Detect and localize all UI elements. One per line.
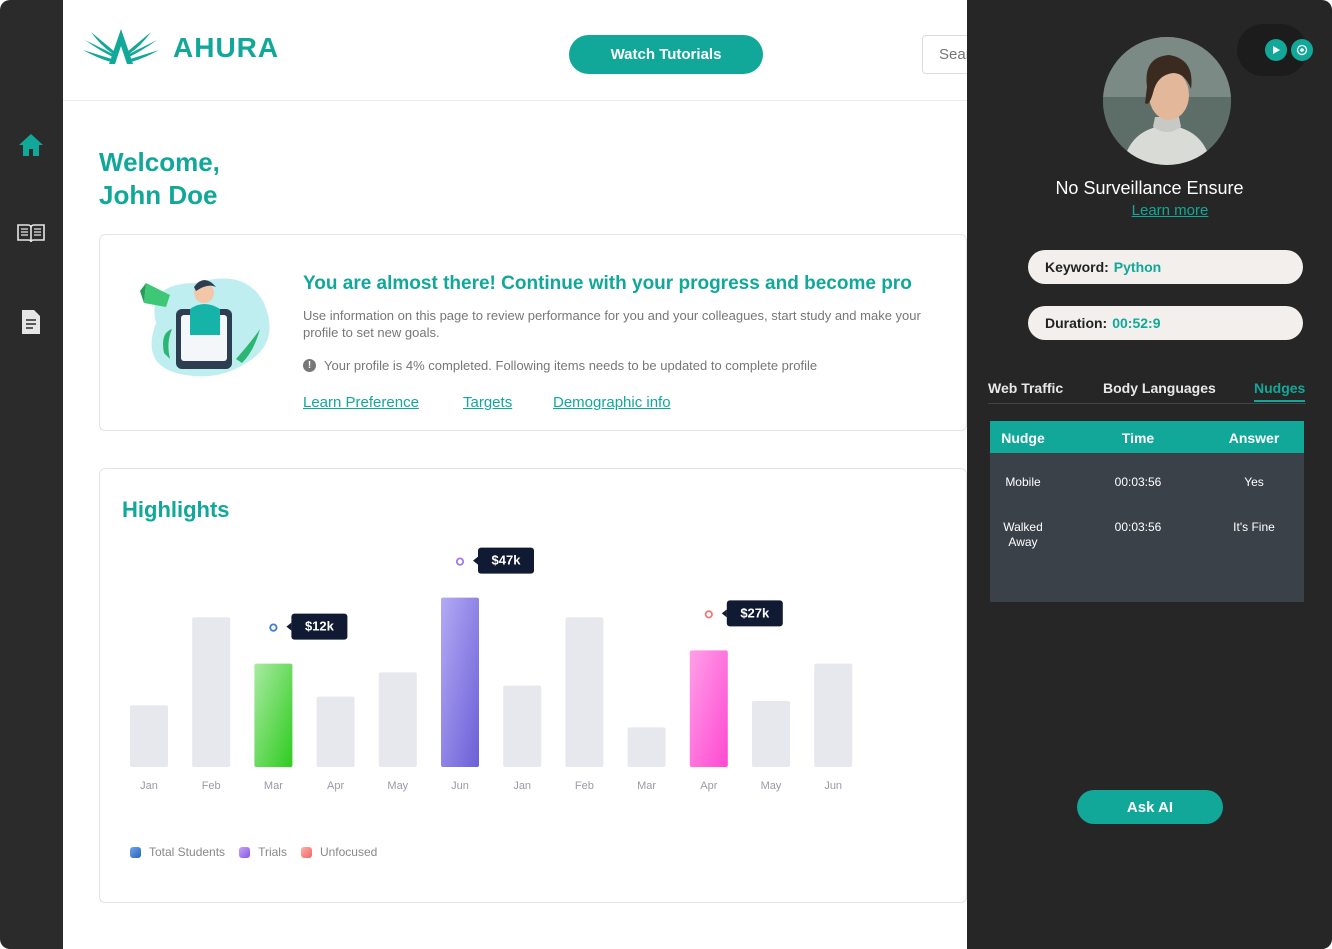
chart-bar — [503, 685, 542, 767]
legend-trials[interactable]: Trials — [239, 845, 287, 859]
surveillance-panel: No Surveillance Ensure Learn more Keywor… — [967, 0, 1332, 949]
header-nudge: Nudge — [1001, 430, 1045, 446]
header-answer: Answer — [1228, 430, 1280, 446]
panel-tabs: Web Traffic Body Languages Nudges — [988, 380, 1306, 404]
chart-bar — [130, 705, 168, 767]
chart-bar — [814, 663, 853, 767]
left-sidebar — [0, 0, 63, 949]
progress-title: You are almost there! Continue with your… — [303, 273, 912, 294]
x-tick-label: Feb — [575, 780, 594, 792]
cell-nudge: Mobile — [1005, 475, 1041, 489]
cell-answer: Yes — [1244, 475, 1264, 489]
data-point-marker — [269, 623, 278, 632]
chart-bar — [752, 701, 790, 767]
x-tick-label: May — [761, 780, 782, 792]
duration-value: 00:52:9 — [1112, 315, 1161, 331]
profile-status-text: Your profile is 4% completed. Following … — [324, 358, 818, 373]
ask-ai-button[interactable]: Ask AI — [1077, 790, 1223, 824]
x-tick-label: Mar — [264, 780, 283, 792]
chart-legend: Total Students Trials Unfocused — [130, 845, 377, 859]
x-tick-label: Apr — [327, 780, 344, 792]
x-tick-label: Mar — [637, 780, 656, 792]
legend-swatch — [300, 846, 312, 858]
demographic-info-link[interactable]: Demographic info — [553, 394, 671, 411]
profile-status: ! Your profile is 4% completed. Followin… — [303, 358, 817, 373]
data-point-marker — [455, 557, 465, 566]
legend-swatch — [239, 846, 251, 858]
avatar — [1103, 37, 1231, 165]
chart-bar — [192, 617, 231, 767]
data-label-pointer — [286, 622, 292, 631]
x-tick-label: Jun — [451, 780, 469, 792]
book-icon[interactable] — [16, 218, 46, 248]
x-tick-label: May — [387, 780, 408, 792]
data-label-pointer — [721, 609, 727, 618]
data-label: $27k — [740, 605, 770, 620]
tab-web-traffic[interactable]: Web Traffic — [988, 380, 1063, 396]
table-row[interactable]: Walked Away 00:03:56 It's Fine — [990, 520, 1304, 560]
brand-name: AHURA — [173, 32, 280, 63]
keyword-value: Python — [1113, 259, 1162, 275]
highlights-card: Highlights Jan Feb Mar Apr May Jun Jan Feb Mar Ap… — [99, 468, 967, 903]
cell-answer: It's Fine — [1233, 520, 1275, 534]
duration-label: Duration: — [1045, 315, 1108, 331]
learn-preference-link[interactable]: Learn Preference — [303, 394, 419, 411]
main-content: AHURA Watch Tutorials Welcome, John Doe … — [63, 0, 1012, 949]
document-icon[interactable] — [16, 307, 46, 337]
chart-bar — [689, 650, 728, 767]
cell-time: 00:03:56 — [1114, 475, 1162, 489]
chart-bar — [565, 617, 604, 767]
legend-swatch — [130, 846, 141, 858]
info-icon: ! — [303, 359, 316, 372]
x-tick-label: Apr — [700, 780, 717, 792]
keyword-label: Keyword: — [1045, 259, 1109, 275]
table-row[interactable]: Mobile 00:03:56 Yes — [990, 475, 1304, 515]
targets-link[interactable]: Targets — [463, 394, 512, 411]
home-icon[interactable] — [16, 130, 46, 160]
play-icon[interactable] — [1265, 39, 1287, 61]
record-icon[interactable] — [1291, 39, 1313, 61]
header-time: Time — [1121, 430, 1155, 446]
tab-body-languages[interactable]: Body Languages — [1103, 380, 1216, 396]
chart-bar — [441, 597, 479, 767]
megaphone-illustration — [140, 278, 270, 377]
x-tick-label: Feb — [202, 780, 221, 792]
panel-title: No Surveillance Ensure — [1055, 178, 1244, 198]
cell-time: 00:03:56 — [1114, 520, 1162, 534]
highlights-bar-chart: Jan Feb Mar Apr May Jun Jan Feb Mar Apr May Jun $12k… — [130, 547, 853, 792]
chart-bar — [627, 727, 666, 767]
data-point-marker — [704, 610, 713, 619]
chart-bar — [378, 672, 417, 767]
watch-tutorials-button[interactable]: Watch Tutorials — [569, 35, 763, 74]
legend-unfocused[interactable]: Unfocused — [300, 845, 378, 859]
x-tick-label: Jun — [824, 780, 842, 792]
learn-more-link[interactable]: Learn more — [967, 202, 1332, 219]
top-bar: AHURA Watch Tutorials — [63, 0, 1012, 101]
data-label-pointer — [473, 556, 478, 565]
duration-pill: Duration: 00:52:9 — [1028, 306, 1303, 340]
legend-total-students[interactable]: Total Students — [130, 845, 225, 859]
cell-nudge: Walked Away — [1003, 520, 1043, 549]
x-tick-label: Jan — [513, 780, 531, 792]
media-controls — [1237, 24, 1313, 76]
legend-label: Unfocused — [319, 845, 378, 859]
nudges-table: Nudge Time Answer Mobile 00:03:56 Yes Wa… — [990, 421, 1304, 602]
x-tick-label: Jan — [140, 780, 158, 792]
logo-icon — [83, 29, 159, 64]
table-header: Nudge Time Answer — [990, 421, 1304, 453]
tab-nudges[interactable]: Nudges — [1254, 380, 1306, 402]
logo: AHURA — [81, 26, 279, 70]
data-label: $47k — [492, 553, 522, 568]
user-name: John Doe — [99, 180, 218, 210]
chart-bar — [316, 696, 355, 767]
legend-label: Trials — [258, 845, 287, 859]
welcome-heading: Welcome, John Doe — [99, 146, 220, 212]
legend-label: Total Students — [149, 845, 226, 859]
chart-bar — [254, 663, 293, 767]
welcome-line: Welcome, — [99, 147, 220, 177]
keyword-pill: Keyword: Python — [1028, 250, 1303, 284]
progress-description: Use information on this page to review p… — [303, 308, 921, 340]
data-label: $12k — [305, 619, 335, 634]
progress-card: You are almost there! Continue with your… — [99, 234, 967, 431]
